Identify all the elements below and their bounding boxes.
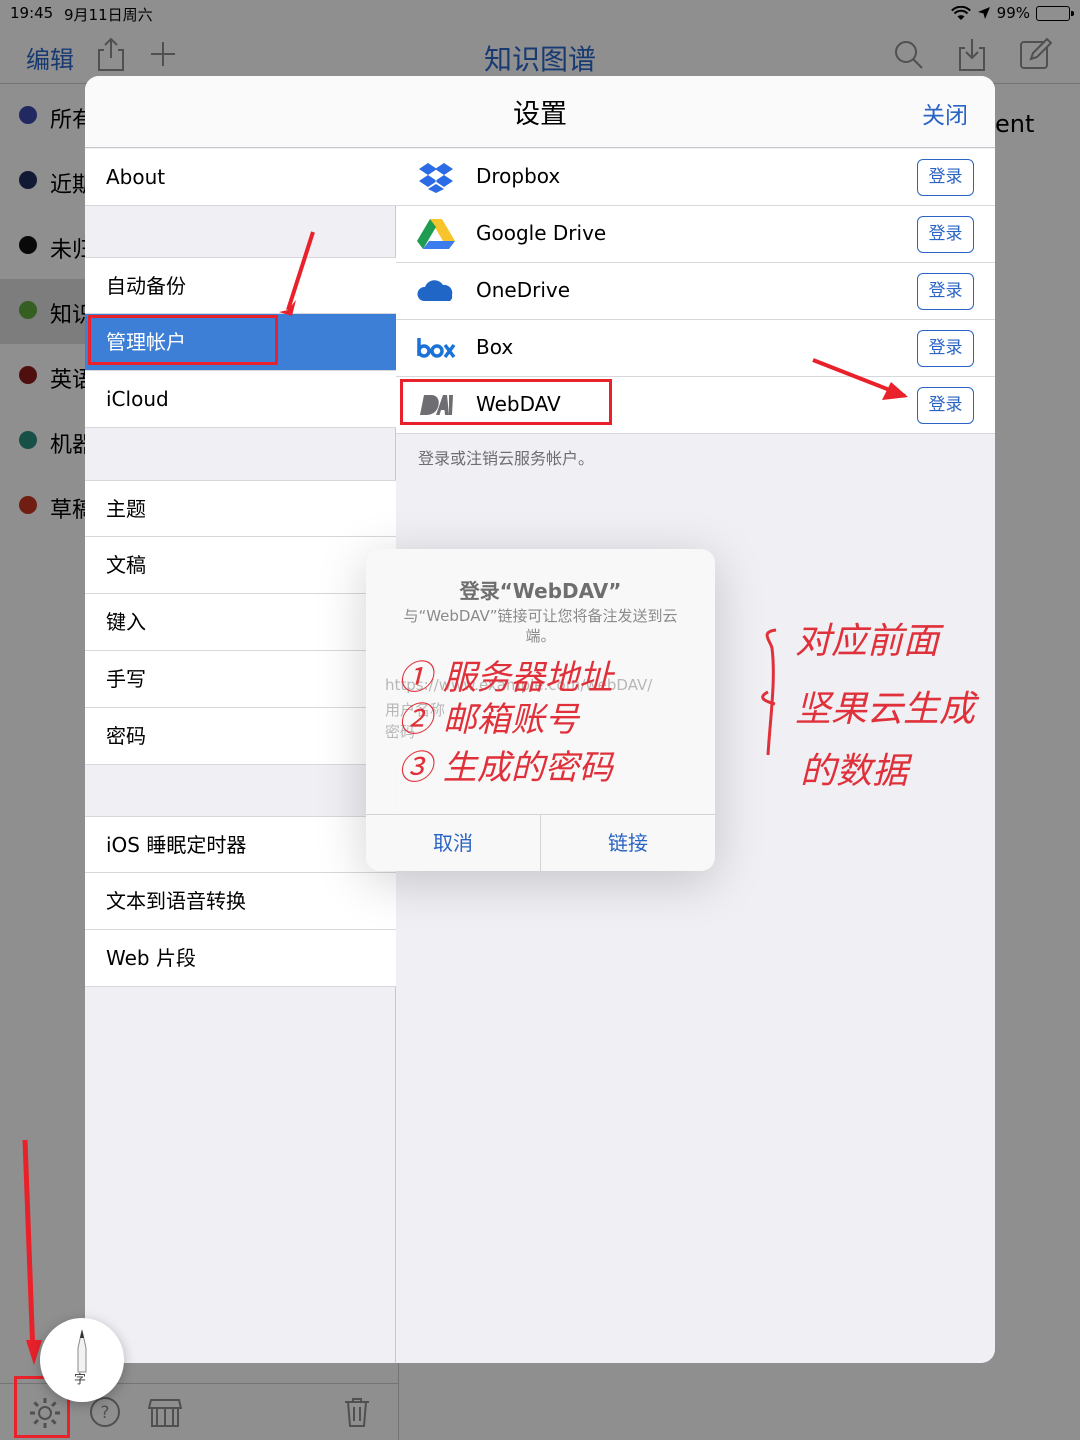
handwritten-note: 的数据 xyxy=(800,751,909,792)
pencil-icon xyxy=(77,1329,87,1373)
handwritten-note: 坚果云生成 xyxy=(795,689,976,730)
handwritten-note: 对应前面 xyxy=(795,621,940,662)
handwritten-note: ③ 生成的密码 xyxy=(398,748,613,788)
pencil-label: 字 xyxy=(74,1372,87,1386)
handwritten-note: ② 邮箱账号 xyxy=(398,700,579,740)
pencil-tool-bubble[interactable]: 字 xyxy=(40,1318,124,1402)
